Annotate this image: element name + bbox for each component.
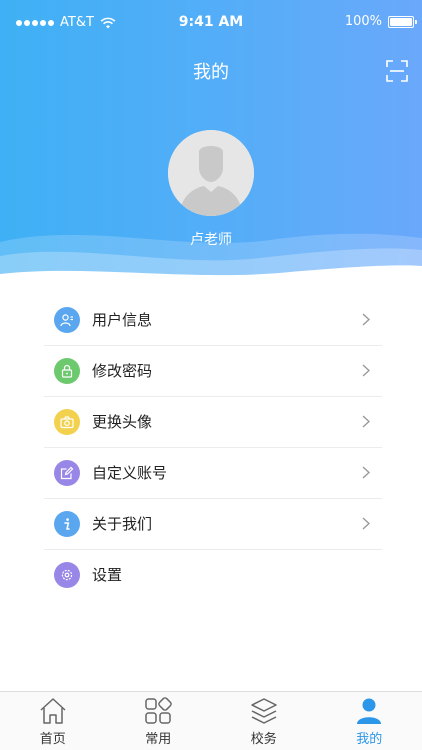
edit-icon (54, 459, 80, 486)
menu-item-label: 更换头像 (92, 413, 153, 431)
user-info-icon (54, 306, 80, 333)
chevron-right-icon (362, 466, 370, 479)
default-avatar-icon (168, 130, 254, 216)
status-bar: AT&T 9:41 AM 100% (0, 0, 422, 44)
status-right: 100% (344, 14, 417, 29)
menu-item-label: 自定义账号 (92, 464, 168, 482)
menu-item-user-info[interactable]: 用户信息 (44, 294, 382, 345)
camera-icon (54, 408, 80, 435)
chevron-right-icon (362, 313, 370, 326)
user-name: 卢老师 (190, 232, 232, 248)
chevron-right-icon (362, 364, 370, 377)
menu-item-label: 设置 (92, 566, 123, 584)
lock-icon (54, 357, 80, 384)
person-icon (357, 698, 382, 724)
layers-icon (251, 698, 277, 724)
menu-item-settings[interactable]: 设置 (44, 549, 382, 600)
page-title: 我的 (193, 62, 229, 83)
tab-school-affairs[interactable]: 校务 (211, 692, 317, 750)
settings-menu: 用户信息 修改密码 更换头像 自定义账号 关于我们 设置 (0, 294, 422, 600)
tab-home[interactable]: 首页 (0, 692, 106, 750)
tab-bar: 首页 常用 校务 我的 (0, 691, 422, 750)
info-icon (54, 510, 80, 537)
gear-icon (54, 561, 80, 588)
battery-label: 100% (344, 14, 382, 29)
menu-item-about-us[interactable]: 关于我们 (44, 498, 382, 549)
scan-icon[interactable] (386, 60, 408, 82)
tab-label: 常用 (145, 732, 172, 747)
tab-label: 校务 (250, 732, 277, 747)
home-icon (40, 698, 66, 724)
grid-icon (145, 697, 173, 724)
tab-mine[interactable]: 我的 (317, 692, 422, 750)
battery-icon (388, 15, 417, 28)
chevron-right-icon (362, 517, 370, 530)
menu-item-custom-account[interactable]: 自定义账号 (44, 447, 382, 498)
menu-item-change-avatar[interactable]: 更换头像 (44, 396, 382, 447)
menu-item-label: 关于我们 (92, 515, 153, 533)
menu-item-change-password[interactable]: 修改密码 (44, 345, 382, 396)
menu-item-label: 修改密码 (92, 362, 153, 380)
tab-label: 首页 (39, 732, 66, 747)
tab-label: 我的 (356, 732, 383, 747)
menu-item-label: 用户信息 (92, 311, 153, 329)
avatar[interactable] (168, 130, 254, 216)
chevron-right-icon (362, 415, 370, 428)
tab-common[interactable]: 常用 (106, 692, 212, 750)
